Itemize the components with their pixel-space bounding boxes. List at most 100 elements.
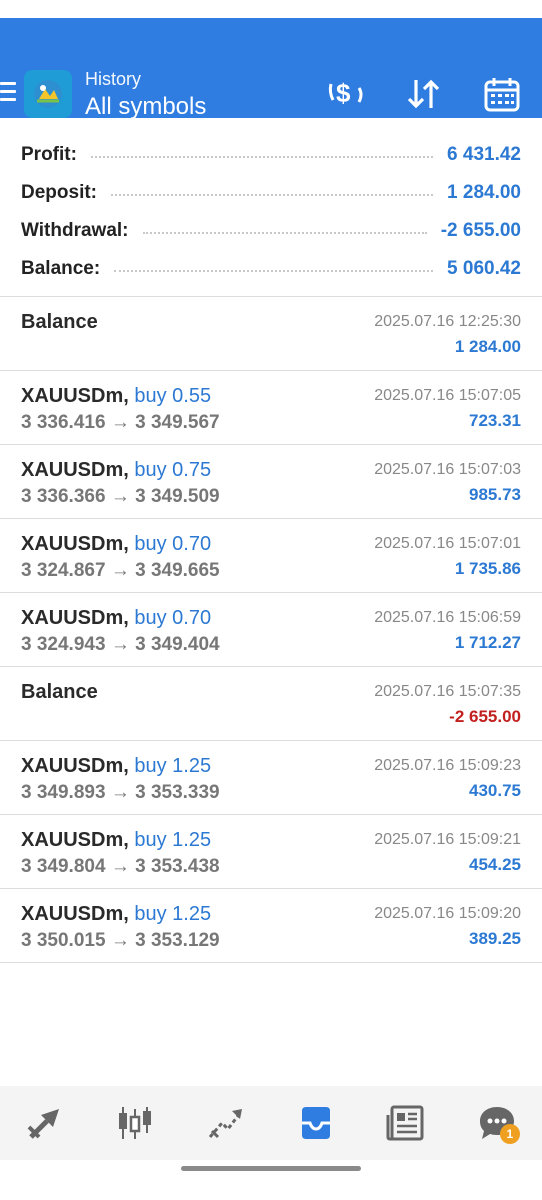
close-price: 3 349.567: [135, 412, 220, 433]
summary-balance: Balance: 5 060.42: [21, 250, 521, 288]
row-side: buy 1.25: [134, 755, 212, 777]
row-symbol: Balance: [21, 681, 98, 703]
close-price: 3 353.129: [135, 930, 220, 951]
history-list: Balance 2025.07.16 12:25:30 1 284.00 XAU…: [0, 297, 542, 963]
row-side: buy 0.70: [134, 533, 212, 555]
deal-row[interactable]: XAUUSDm, buy 0.70 3 324.867 → 3 349.665 …: [0, 519, 542, 593]
arrow: →: [110, 856, 130, 877]
dollar-sort-icon[interactable]: $: [327, 76, 365, 112]
row-symbol: XAUUSDm,: [21, 903, 129, 925]
row-time: 2025.07.16 15:07:03: [374, 461, 521, 478]
summary-value: 5 060.42: [447, 258, 521, 279]
dotted-leader: [142, 232, 427, 234]
row-profit: 430.75: [469, 781, 521, 800]
row-symbol: XAUUSDm,: [21, 829, 129, 851]
summary-value: -2 655.00: [440, 220, 521, 241]
row-side: buy 1.25: [134, 829, 212, 851]
summary-value: 1 284.00: [447, 182, 521, 203]
header-subtitle: History: [85, 69, 142, 89]
arrow: →: [110, 634, 130, 655]
row-time: 2025.07.16 15:09:20: [374, 905, 521, 922]
chat-icon[interactable]: 1: [476, 1102, 520, 1144]
row-side: buy 0.75: [134, 459, 212, 481]
calendar-icon[interactable]: [483, 76, 521, 112]
row-time: 2025.07.16 15:07:01: [374, 535, 521, 552]
row-symbol: XAUUSDm,: [21, 385, 129, 407]
open-price: 3 336.366: [21, 486, 106, 507]
open-price: 3 349.893: [21, 782, 106, 803]
deal-row[interactable]: XAUUSDm, buy 1.25 3 350.015 → 3 353.129 …: [0, 889, 542, 963]
chart-icon[interactable]: [114, 1102, 156, 1144]
row-profit: 1 735.86: [454, 559, 521, 578]
top-app-bar: History All symbols $: [0, 18, 542, 120]
summary-deposit: Deposit: 1 284.00: [21, 174, 521, 212]
arrow: →: [110, 412, 130, 433]
close-price: 3 349.509: [135, 486, 220, 507]
dotted-leader: [90, 156, 434, 158]
deal-row[interactable]: XAUUSDm, buy 0.70 3 324.943 → 3 349.404 …: [0, 593, 542, 667]
balance-row[interactable]: Balance 2025.07.16 15:07:35 -2 655.00: [0, 667, 542, 741]
row-profit: 454.25: [469, 855, 521, 874]
home-indicator[interactable]: [181, 1166, 361, 1171]
row-amount: -2 655.00: [449, 707, 521, 726]
close-price: 3 353.438: [135, 856, 220, 877]
row-profit: 389.25: [469, 929, 521, 948]
bottom-navigation: 1: [0, 1086, 542, 1160]
close-price: 3 349.665: [135, 560, 220, 581]
sort-icon[interactable]: [405, 76, 443, 112]
row-profit: 723.31: [469, 411, 521, 430]
summary-label: Withdrawal:: [21, 220, 129, 241]
history-icon[interactable]: [295, 1102, 337, 1144]
row-profit: 1 712.27: [454, 633, 521, 652]
arrow: →: [110, 782, 130, 803]
row-side: buy 1.25: [134, 903, 212, 925]
trade-icon[interactable]: [205, 1102, 247, 1144]
row-time: 2025.07.16 15:09:21: [374, 831, 521, 848]
deal-row[interactable]: XAUUSDm, buy 0.55 3 336.416 → 3 349.567 …: [0, 371, 542, 445]
row-profit: 985.73: [469, 485, 521, 504]
row-amount: 1 284.00: [454, 337, 521, 356]
open-price: 3 336.416: [21, 412, 106, 433]
row-time: 2025.07.16 15:09:23: [374, 757, 521, 774]
status-bar-area: [0, 0, 542, 18]
summary-profit: Profit: 6 431.42: [21, 136, 521, 174]
row-symbol: XAUUSDm,: [21, 459, 129, 481]
open-price: 3 350.015: [21, 930, 106, 951]
close-price: 3 349.404: [135, 634, 220, 655]
summary-label: Profit:: [21, 144, 77, 165]
balance-row[interactable]: Balance 2025.07.16 12:25:30 1 284.00: [0, 297, 542, 371]
deal-row[interactable]: XAUUSDm, buy 0.75 3 336.366 → 3 349.509 …: [0, 445, 542, 519]
open-price: 3 324.943: [21, 634, 106, 655]
summary-withdrawal: Withdrawal: -2 655.00: [21, 212, 521, 250]
deal-row[interactable]: XAUUSDm, buy 1.25 3 349.804 → 3 353.438 …: [0, 815, 542, 889]
row-symbol: Balance: [21, 311, 98, 333]
summary-value: 6 431.42: [447, 144, 521, 165]
summary-label: Deposit:: [21, 182, 97, 203]
header-title[interactable]: All symbols: [85, 90, 206, 124]
arrow: →: [110, 930, 130, 951]
close-price: 3 353.339: [135, 782, 220, 803]
deal-row[interactable]: XAUUSDm, buy 1.25 3 349.893 → 3 353.339 …: [0, 741, 542, 815]
arrow: →: [110, 560, 130, 581]
open-price: 3 349.804: [21, 856, 106, 877]
app-logo[interactable]: [24, 70, 72, 118]
row-time: 2025.07.16 12:25:30: [374, 313, 521, 330]
row-symbol: XAUUSDm,: [21, 533, 129, 555]
quotes-icon[interactable]: [24, 1102, 66, 1144]
dotted-leader: [111, 194, 434, 196]
open-price: 3 324.867: [21, 560, 106, 581]
row-symbol: XAUUSDm,: [21, 607, 129, 629]
dotted-leader: [114, 270, 434, 272]
row-time: 2025.07.16 15:07:05: [374, 387, 521, 404]
row-side: buy 0.55: [134, 385, 212, 407]
row-time: 2025.07.16 15:07:35: [374, 683, 521, 700]
row-side: buy 0.70: [134, 607, 212, 629]
chat-badge: 1: [499, 1124, 520, 1144]
summary-label: Balance:: [21, 258, 101, 279]
svg-text:$: $: [336, 78, 351, 108]
row-time: 2025.07.16 15:06:59: [374, 609, 521, 626]
news-icon[interactable]: [385, 1102, 427, 1144]
arrow: →: [110, 486, 130, 507]
summary-panel: Profit: 6 431.42 Deposit: 1 284.00 Withd…: [0, 118, 542, 297]
menu-icon[interactable]: [0, 82, 16, 101]
